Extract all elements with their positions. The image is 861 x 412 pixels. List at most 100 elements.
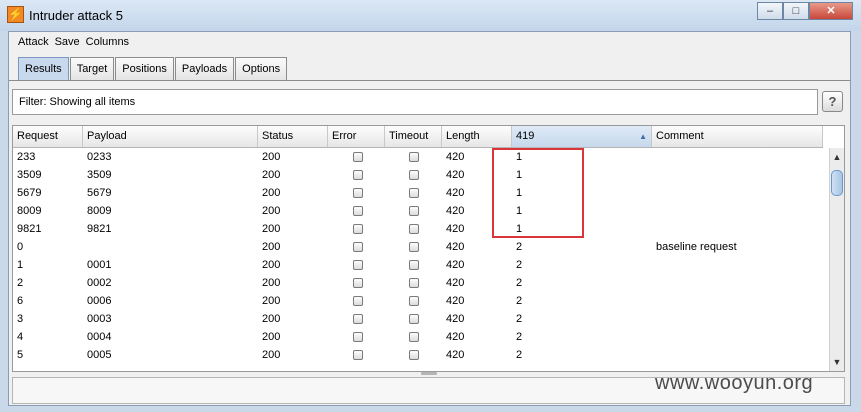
error-checkbox[interactable] bbox=[353, 224, 363, 234]
help-button[interactable]: ? bbox=[822, 91, 843, 112]
cell-status: 200 bbox=[262, 169, 281, 181]
vertical-scrollbar[interactable]: ▲ ▼ bbox=[829, 148, 844, 371]
error-checkbox[interactable] bbox=[353, 296, 363, 306]
col-header-error[interactable]: Error bbox=[328, 126, 385, 147]
minimize-button[interactable]: – bbox=[757, 2, 783, 20]
timeout-checkbox[interactable] bbox=[409, 242, 419, 252]
cell-payload: 0233 bbox=[87, 151, 112, 163]
cell-419: 2 bbox=[516, 313, 523, 325]
table-row[interactable]: 8009 8009 200 420 1 bbox=[13, 202, 829, 220]
cell-comment bbox=[652, 202, 823, 220]
cell-status: 200 bbox=[262, 331, 281, 343]
timeout-checkbox[interactable] bbox=[409, 152, 419, 162]
tab-positions[interactable]: Positions bbox=[115, 57, 174, 81]
col-header-timeout[interactable]: Timeout bbox=[385, 126, 442, 147]
tab-payloads[interactable]: Payloads bbox=[174, 57, 235, 81]
error-checkbox[interactable] bbox=[353, 314, 363, 324]
col-header-comment[interactable]: Comment bbox=[652, 126, 823, 147]
cell-payload: 9821 bbox=[87, 223, 112, 235]
error-checkbox[interactable] bbox=[353, 188, 363, 198]
col-header-request[interactable]: Request bbox=[13, 126, 83, 147]
table-row[interactable]: 3 0003 200 420 2 bbox=[13, 310, 829, 328]
error-checkbox[interactable] bbox=[353, 350, 363, 360]
cell-request: 1 bbox=[17, 259, 24, 271]
burp-app-icon: ⚡ bbox=[7, 6, 24, 23]
cell-length: 420 bbox=[446, 187, 465, 199]
timeout-checkbox[interactable] bbox=[409, 296, 419, 306]
table-row[interactable]: 1 0001 200 420 2 bbox=[13, 256, 829, 274]
timeout-checkbox[interactable] bbox=[409, 350, 419, 360]
scroll-down-icon[interactable]: ▼ bbox=[830, 355, 844, 369]
col-header-payload[interactable]: Payload bbox=[83, 126, 258, 147]
close-button[interactable]: ✕ bbox=[809, 2, 853, 20]
col-header-status[interactable]: Status bbox=[258, 126, 328, 147]
cell-status: 200 bbox=[262, 277, 281, 289]
cell-length: 420 bbox=[446, 295, 465, 307]
cell-request: 8009 bbox=[17, 205, 42, 217]
menu-attack[interactable]: Attack bbox=[18, 36, 49, 48]
timeout-checkbox[interactable] bbox=[409, 260, 419, 270]
cell-comment bbox=[652, 184, 823, 202]
cell-length: 420 bbox=[446, 241, 465, 253]
cell-419: 2 bbox=[516, 331, 523, 343]
cell-419: 2 bbox=[516, 349, 523, 361]
error-checkbox[interactable] bbox=[353, 260, 363, 270]
timeout-checkbox[interactable] bbox=[409, 170, 419, 180]
cell-length: 420 bbox=[446, 169, 465, 181]
menu-save[interactable]: Save bbox=[55, 36, 80, 48]
title-bar[interactable]: ⚡ Intruder attack 5 – □ ✕ bbox=[0, 0, 861, 31]
cell-request: 233 bbox=[17, 151, 36, 163]
error-checkbox[interactable] bbox=[353, 242, 363, 252]
error-checkbox[interactable] bbox=[353, 278, 363, 288]
table-row[interactable]: 2 0002 200 420 2 bbox=[13, 274, 829, 292]
cell-request: 3509 bbox=[17, 169, 42, 181]
menu-bar: Attack Save Columns bbox=[9, 32, 850, 52]
timeout-checkbox[interactable] bbox=[409, 278, 419, 288]
table-row[interactable]: 9821 9821 200 420 1 bbox=[13, 220, 829, 238]
cell-419: 2 bbox=[516, 259, 523, 271]
error-checkbox[interactable] bbox=[353, 206, 363, 216]
filter-bar[interactable]: Filter: Showing all items bbox=[12, 89, 818, 115]
cell-status: 200 bbox=[262, 241, 281, 253]
error-checkbox[interactable] bbox=[353, 332, 363, 342]
timeout-checkbox[interactable] bbox=[409, 224, 419, 234]
col-header-length[interactable]: Length bbox=[442, 126, 512, 147]
tab-target[interactable]: Target bbox=[69, 57, 115, 81]
scroll-thumb[interactable] bbox=[831, 170, 843, 196]
table-row[interactable]: 5679 5679 200 420 1 bbox=[13, 184, 829, 202]
maximize-button[interactable]: □ bbox=[783, 2, 809, 20]
menu-columns[interactable]: Columns bbox=[86, 36, 129, 48]
error-checkbox[interactable] bbox=[353, 152, 363, 162]
cell-payload bbox=[83, 238, 258, 256]
tab-results[interactable]: Results bbox=[18, 57, 69, 81]
cell-comment bbox=[652, 256, 823, 274]
table-row[interactable]: 4 0004 200 420 2 bbox=[13, 328, 829, 346]
error-checkbox[interactable] bbox=[353, 170, 363, 180]
table-row[interactable]: 6 0006 200 420 2 bbox=[13, 292, 829, 310]
table-row[interactable]: 5 0005 200 420 2 bbox=[13, 346, 829, 364]
cell-comment bbox=[652, 292, 823, 310]
timeout-checkbox[interactable] bbox=[409, 206, 419, 216]
table-header: Request Payload Status Error Timeout Len… bbox=[13, 126, 823, 148]
cell-request: 4 bbox=[17, 331, 24, 343]
timeout-checkbox[interactable] bbox=[409, 332, 419, 342]
cell-status: 200 bbox=[262, 313, 281, 325]
cell-length: 420 bbox=[446, 259, 465, 271]
cell-status: 200 bbox=[262, 223, 281, 235]
scroll-up-icon[interactable]: ▲ bbox=[830, 150, 844, 164]
cell-payload: 0001 bbox=[87, 259, 112, 271]
tab-options[interactable]: Options bbox=[235, 57, 288, 81]
table-row[interactable]: 3509 3509 200 420 1 bbox=[13, 166, 829, 184]
cell-request: 9821 bbox=[17, 223, 42, 235]
timeout-checkbox[interactable] bbox=[409, 314, 419, 324]
table-row[interactable]: 0 200 420 2 baseline request bbox=[13, 238, 829, 256]
window-title: Intruder attack 5 bbox=[29, 8, 123, 23]
col-header-419[interactable]: 419 ▲ bbox=[512, 126, 652, 147]
watermark: www.wooyun.org bbox=[655, 372, 814, 394]
sort-ascending-icon: ▲ bbox=[639, 132, 647, 141]
table-row[interactable]: 233 0233 200 420 1 bbox=[13, 148, 829, 166]
cell-status: 200 bbox=[262, 205, 281, 217]
timeout-checkbox[interactable] bbox=[409, 188, 419, 198]
cell-request: 0 bbox=[17, 241, 24, 253]
cell-payload: 0002 bbox=[87, 277, 112, 289]
